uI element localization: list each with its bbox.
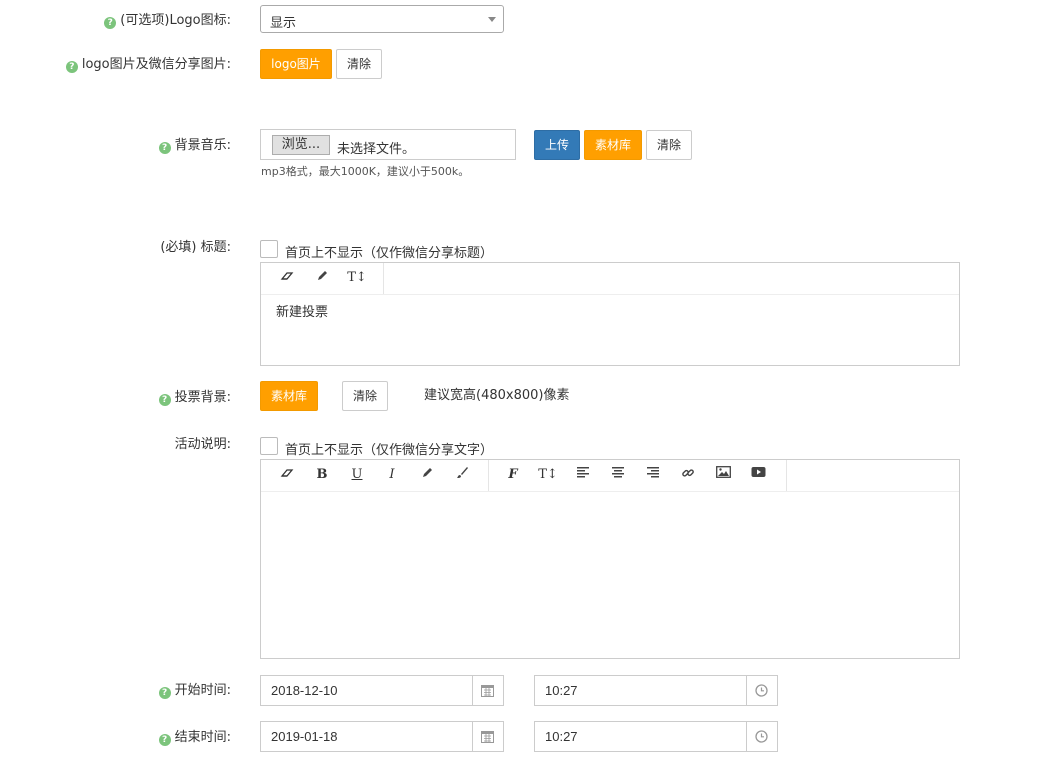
toolbar-group-format: B U I <box>261 460 489 491</box>
help-icon[interactable]: ? <box>158 142 171 154</box>
picture-icon[interactable] <box>713 466 733 484</box>
start-time-label: ? 开始时间: <box>158 683 231 699</box>
start-time-input[interactable]: 10:27 <box>534 675 778 706</box>
help-icon[interactable]: ? <box>158 687 171 699</box>
logo-icon-select-value: 显示 <box>270 16 297 31</box>
logo-image-button[interactable]: logo图片 <box>260 49 332 79</box>
start-time-value: 10:27 <box>545 683 578 698</box>
pencil-icon[interactable] <box>312 269 332 287</box>
browse-button[interactable]: 浏览... <box>272 135 330 155</box>
title-editor-content[interactable]: 新建投票 <box>276 301 328 320</box>
help-icon[interactable]: ? <box>158 734 171 746</box>
help-icon[interactable]: ? <box>65 61 78 73</box>
end-time-label: ? 结束时间: <box>158 730 231 746</box>
clock-icon[interactable] <box>746 676 777 705</box>
title-editor[interactable]: T↕ 新建投票 <box>260 262 960 366</box>
description-editor[interactable]: B U I F T↕ <box>260 459 960 659</box>
logo-image-label: ? logo图片及微信分享图片: <box>65 57 231 73</box>
upload-button[interactable]: 上传 <box>534 130 580 160</box>
end-time-input[interactable]: 10:27 <box>534 721 778 752</box>
title-hide-checkbox-label: 首页上不显示（仅作微信分享标题） <box>285 246 494 261</box>
italic-icon[interactable]: I <box>382 466 402 484</box>
start-date-input[interactable]: 2018-12-10 <box>260 675 504 706</box>
vote-bg-label: ? 投票背景: <box>158 390 231 406</box>
text-height-icon[interactable]: T↕ <box>538 466 558 484</box>
font-icon[interactable]: F <box>503 466 523 484</box>
music-label: ? 背景音乐: <box>158 138 231 154</box>
calendar-icon[interactable] <box>472 722 503 751</box>
music-library-button[interactable]: 素材库 <box>584 130 642 160</box>
brush-icon[interactable] <box>452 466 472 484</box>
toolbar-group-insert: F T↕ <box>488 460 787 491</box>
title-hide-checkbox[interactable] <box>260 240 278 258</box>
underline-icon[interactable]: U <box>347 466 367 484</box>
eraser-icon[interactable] <box>277 466 297 484</box>
music-clear-button[interactable]: 清除 <box>646 130 692 160</box>
align-right-icon[interactable] <box>643 466 663 484</box>
description-hide-checkbox-label: 首页上不显示（仅作微信分享文字） <box>285 443 494 458</box>
end-date-input[interactable]: 2019-01-18 <box>260 721 504 752</box>
link-icon[interactable] <box>678 466 698 484</box>
calendar-icon[interactable] <box>472 676 503 705</box>
video-icon[interactable] <box>748 466 768 484</box>
help-icon[interactable]: ? <box>104 17 117 29</box>
start-date-value: 2018-12-10 <box>271 683 338 698</box>
logo-icon-select[interactable]: 显示 <box>260 5 504 33</box>
align-left-icon[interactable] <box>573 466 593 484</box>
eraser-icon[interactable] <box>277 269 297 287</box>
pencil-icon[interactable] <box>417 466 437 484</box>
music-file-input[interactable]: 浏览... 未选择文件。 <box>260 129 516 160</box>
text-height-icon[interactable]: T↕ <box>347 269 367 287</box>
end-time-value: 10:27 <box>545 729 578 744</box>
description-hide-checkbox[interactable] <box>260 437 278 455</box>
music-hint: mp3格式，最大1000K，建议小于500k。 <box>261 165 470 178</box>
clock-icon[interactable] <box>746 722 777 751</box>
toolbar-group: T↕ <box>261 263 384 294</box>
bold-icon[interactable]: B <box>312 466 332 484</box>
vote-bg-hint: 建议宽高(480x800)像素 <box>424 388 570 403</box>
description-editor-toolbar: B U I F T↕ <box>261 460 959 492</box>
file-status: 未选择文件。 <box>337 142 416 157</box>
help-icon[interactable]: ? <box>158 394 171 406</box>
title-editor-toolbar: T↕ <box>261 263 959 295</box>
logo-icon-label: ? (可选项)Logo图标: <box>104 13 231 29</box>
vote-bg-clear-button[interactable]: 清除 <box>342 381 388 411</box>
title-label: (必填) 标题: <box>160 240 231 255</box>
align-center-icon[interactable] <box>608 466 628 484</box>
description-label: 活动说明: <box>174 437 231 452</box>
logo-image-clear-button[interactable]: 清除 <box>336 49 382 79</box>
vote-bg-library-button[interactable]: 素材库 <box>260 381 318 411</box>
end-date-value: 2019-01-18 <box>271 729 338 744</box>
chevron-down-icon <box>488 17 496 22</box>
